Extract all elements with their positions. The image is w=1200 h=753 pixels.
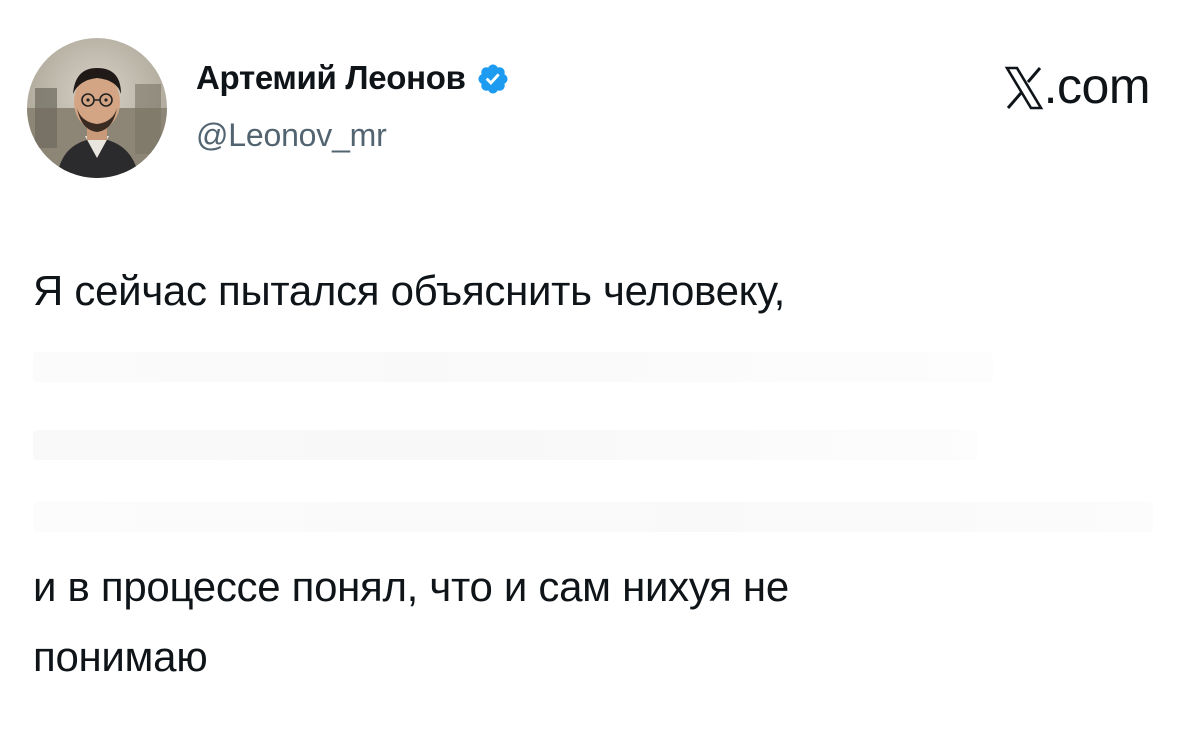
faded-text-line-1 bbox=[33, 352, 993, 382]
tweet-text-line-2: и в процессе понял, что и сам нихуя не bbox=[33, 563, 789, 610]
tweet-text-line-3: понимаю bbox=[33, 633, 208, 680]
faded-text-line-2 bbox=[33, 430, 978, 460]
verified-badge-icon bbox=[476, 62, 510, 96]
author-name-row: Артемий Леонов bbox=[196, 56, 510, 100]
profile-photo bbox=[27, 38, 167, 178]
avatar[interactable] bbox=[27, 38, 167, 178]
tweet-card: Артемий Леонов @Leonov_mr .com Я сейчас … bbox=[0, 0, 1200, 753]
brand-domain: .com bbox=[1043, 58, 1151, 114]
brand-logo: .com bbox=[1004, 56, 1151, 116]
x-logo-icon bbox=[1004, 60, 1044, 112]
display-name[interactable]: Артемий Леонов bbox=[196, 59, 466, 97]
faded-text-line-3 bbox=[33, 502, 1153, 532]
user-handle[interactable]: @Leonov_mr bbox=[196, 117, 387, 154]
tweet-text-line-1: Я сейчас пытался объяснить человеку, bbox=[33, 267, 786, 314]
